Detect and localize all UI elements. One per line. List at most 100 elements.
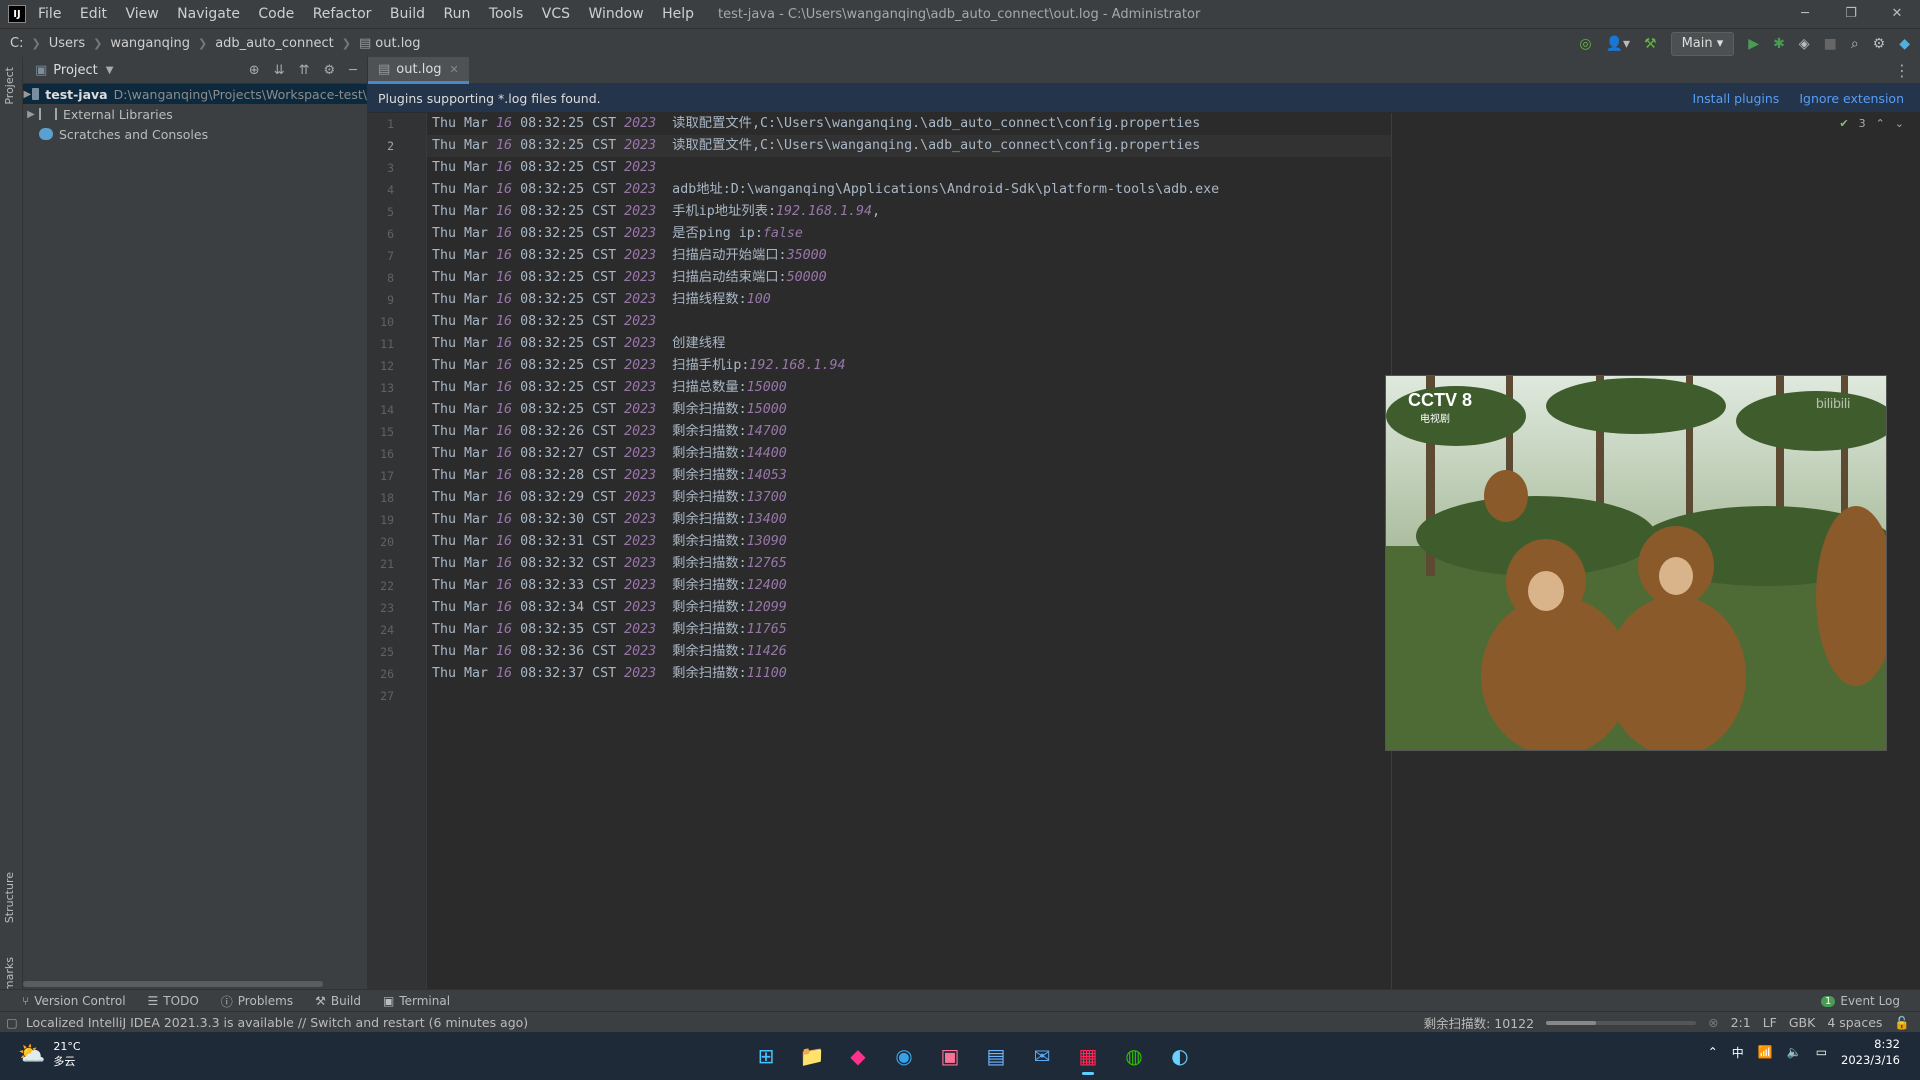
volume-icon[interactable]: 🔈 [1787,1045,1802,1059]
notepad-icon[interactable]: ▤ [978,1038,1014,1074]
version-control-button[interactable]: ⑂ Version Control [22,994,126,1008]
build-hammer-icon[interactable]: ⚒ [1644,36,1657,52]
log-line: Thu Mar 16 08:32:25 CST 2023 [432,314,657,329]
chevron-up-icon[interactable]: ⌃ [1876,117,1885,130]
lock-icon[interactable]: 🔓 [1894,1015,1910,1031]
weather-widget[interactable]: ⛅ 21°C 多云 [18,1040,81,1069]
collapse-all-icon[interactable]: ⇈ [299,63,310,78]
log-line: Thu Mar 16 08:32:25 CST 2023 读取配置文件,C:\U… [432,116,1201,131]
line-separator[interactable]: LF [1763,1015,1777,1030]
ignore-extension-link[interactable]: Ignore extension [1799,91,1904,106]
jetbrains-toolbox-icon[interactable]: ◆ [840,1038,876,1074]
todo-button[interactable]: ☰ TODO [148,994,199,1008]
breadcrumb-users[interactable]: Users [49,36,85,51]
menu-view[interactable]: View [125,6,158,22]
status-message[interactable]: Localized IntelliJ IDEA 2021.3.3 is avai… [26,1015,528,1030]
menu-tools[interactable]: Tools [489,6,524,22]
paint-icon[interactable]: ◐ [1162,1038,1198,1074]
terminal-button[interactable]: ▣ Terminal [383,994,450,1008]
close-icon[interactable]: ✕ [1874,0,1920,28]
problems-button[interactable]: ⓘ Problems [221,993,293,1010]
file-explorer-icon[interactable]: 📁 [794,1038,830,1074]
start-button-icon[interactable]: ⊞ [748,1038,784,1074]
breadcrumb-user[interactable]: wanganqing [110,36,190,51]
file-encoding[interactable]: GBK [1789,1015,1815,1030]
line-number: 1 [387,117,394,131]
install-plugins-link[interactable]: Install plugins [1693,91,1780,106]
search-icon[interactable]: ⌕ [1851,36,1859,52]
menu-build[interactable]: Build [390,6,425,22]
project-panel: ▣ Project ▼ ⊕ ⇊ ⇈ ⚙ ─ ▶ test-java D:\wan… [23,57,368,989]
close-tab-icon[interactable]: ✕ [450,63,459,76]
menu-refactor[interactable]: Refactor [313,6,372,22]
menu-vcs[interactable]: VCS [542,6,570,22]
edge-browser-icon[interactable]: ◉ [886,1038,922,1074]
intellij-idea-icon[interactable]: ▦ [1070,1038,1106,1075]
tab-out-log[interactable]: ▤ out.log ✕ [368,57,469,84]
minimize-icon[interactable]: ─ [1782,0,1828,28]
menu-run[interactable]: Run [444,6,471,22]
log-line: Thu Mar 16 08:32:37 CST 2023 剩余扫描数:11100 [432,666,787,681]
tree-item-external-libraries[interactable]: ▶ External Libraries [23,104,367,124]
debug-icon[interactable]: ✱ [1773,36,1785,52]
hide-icon[interactable]: ─ [349,63,357,78]
chevron-right-icon: ❯ [93,36,103,50]
project-tool-button[interactable]: Project [3,67,16,105]
locate-icon[interactable]: ⊕ [249,63,260,78]
vcs-update-icon[interactable]: ◎ [1579,36,1591,52]
breadcrumb-drive[interactable]: C: [10,36,23,51]
clock[interactable]: 8:32 2023/3/16 [1841,1036,1900,1068]
breadcrumb-folder[interactable]: adb_auto_connect [215,36,334,51]
run-icon[interactable]: ▶ [1748,36,1759,52]
menu-help[interactable]: Help [662,6,694,22]
mail-icon[interactable]: ✉ [1024,1038,1060,1074]
menu-window[interactable]: Window [588,6,643,22]
more-icon[interactable]: ⋮ [1894,61,1910,80]
battery-icon[interactable]: ▭ [1816,1045,1827,1059]
restore-icon[interactable]: ❐ [1828,0,1874,28]
menu-file[interactable]: File [38,6,61,22]
structure-tool-button[interactable]: Structure [3,872,16,923]
gear-icon[interactable]: ⚙ [324,63,336,78]
log-line: Thu Mar 16 08:32:25 CST 2023 是否ping ip:f… [432,226,803,241]
menu-edit[interactable]: Edit [80,6,107,22]
video-frame: CCTV 8 电视剧 bilibili [1386,376,1886,750]
tree-item-test-java[interactable]: ▶ test-java D:\wanganqing\Projects\Works… [23,84,367,104]
build-button[interactable]: ⚒ Build [315,994,361,1008]
wechat-icon[interactable]: ◍ [1116,1038,1152,1074]
menu-navigate[interactable]: Navigate [177,6,240,22]
indent-setting[interactable]: 4 spaces [1827,1015,1882,1030]
status-panel-icon[interactable]: ▢ [6,1015,18,1030]
user-icon[interactable]: 👤▾ [1606,36,1630,52]
coverage-icon[interactable]: ◈ [1799,36,1810,52]
bilibili-icon[interactable]: ▣ [932,1038,968,1074]
inspection-widget[interactable]: ✔ 3 ⌃ ⌄ [1839,117,1904,130]
run-config-select[interactable]: Main ▾ [1670,32,1735,56]
chevron-up-icon[interactable]: ⌃ [1708,1045,1718,1059]
breadcrumb-file[interactable]: out.log [375,36,420,51]
chevron-down-icon[interactable]: ▼ [106,65,114,76]
ime-indicator[interactable]: 中 [1732,1044,1744,1061]
cancel-task-icon[interactable]: ⊗ [1708,1015,1718,1030]
event-log-button[interactable]: 1 Event Log [1821,994,1900,1008]
video-overlay[interactable]: CCTV 8 电视剧 bilibili [1385,375,1887,751]
background-task-label[interactable]: 剩余扫描数: 10122 [1424,1013,1534,1032]
file-icon: ▤ [358,35,372,51]
caret-position[interactable]: 2:1 [1731,1015,1751,1030]
chevron-down-icon[interactable]: ⌄ [1895,117,1904,130]
log-line: Thu Mar 16 08:32:25 CST 2023 读取配置文件,C:\U… [432,138,1201,153]
chevron-right-icon[interactable]: ▶ [23,89,32,100]
gear-icon[interactable]: ⚙ [1873,36,1886,52]
plugin-icon[interactable]: ◆ [1899,36,1910,52]
menu-code[interactable]: Code [258,6,294,22]
horizontal-scrollbar[interactable] [23,981,323,987]
wifi-icon[interactable]: 📶 [1758,1045,1773,1059]
line-number: 5 [387,205,394,219]
project-view-select[interactable]: Project [53,63,97,78]
stop-icon[interactable]: ■ [1824,36,1837,52]
expand-all-icon[interactable]: ⇊ [274,63,285,78]
tree-item-scratches[interactable]: Scratches and Consoles [23,124,367,144]
line-number: 22 [380,579,394,593]
chevron-right-icon[interactable]: ▶ [23,109,39,120]
chevron-right-icon: ❯ [31,36,41,50]
